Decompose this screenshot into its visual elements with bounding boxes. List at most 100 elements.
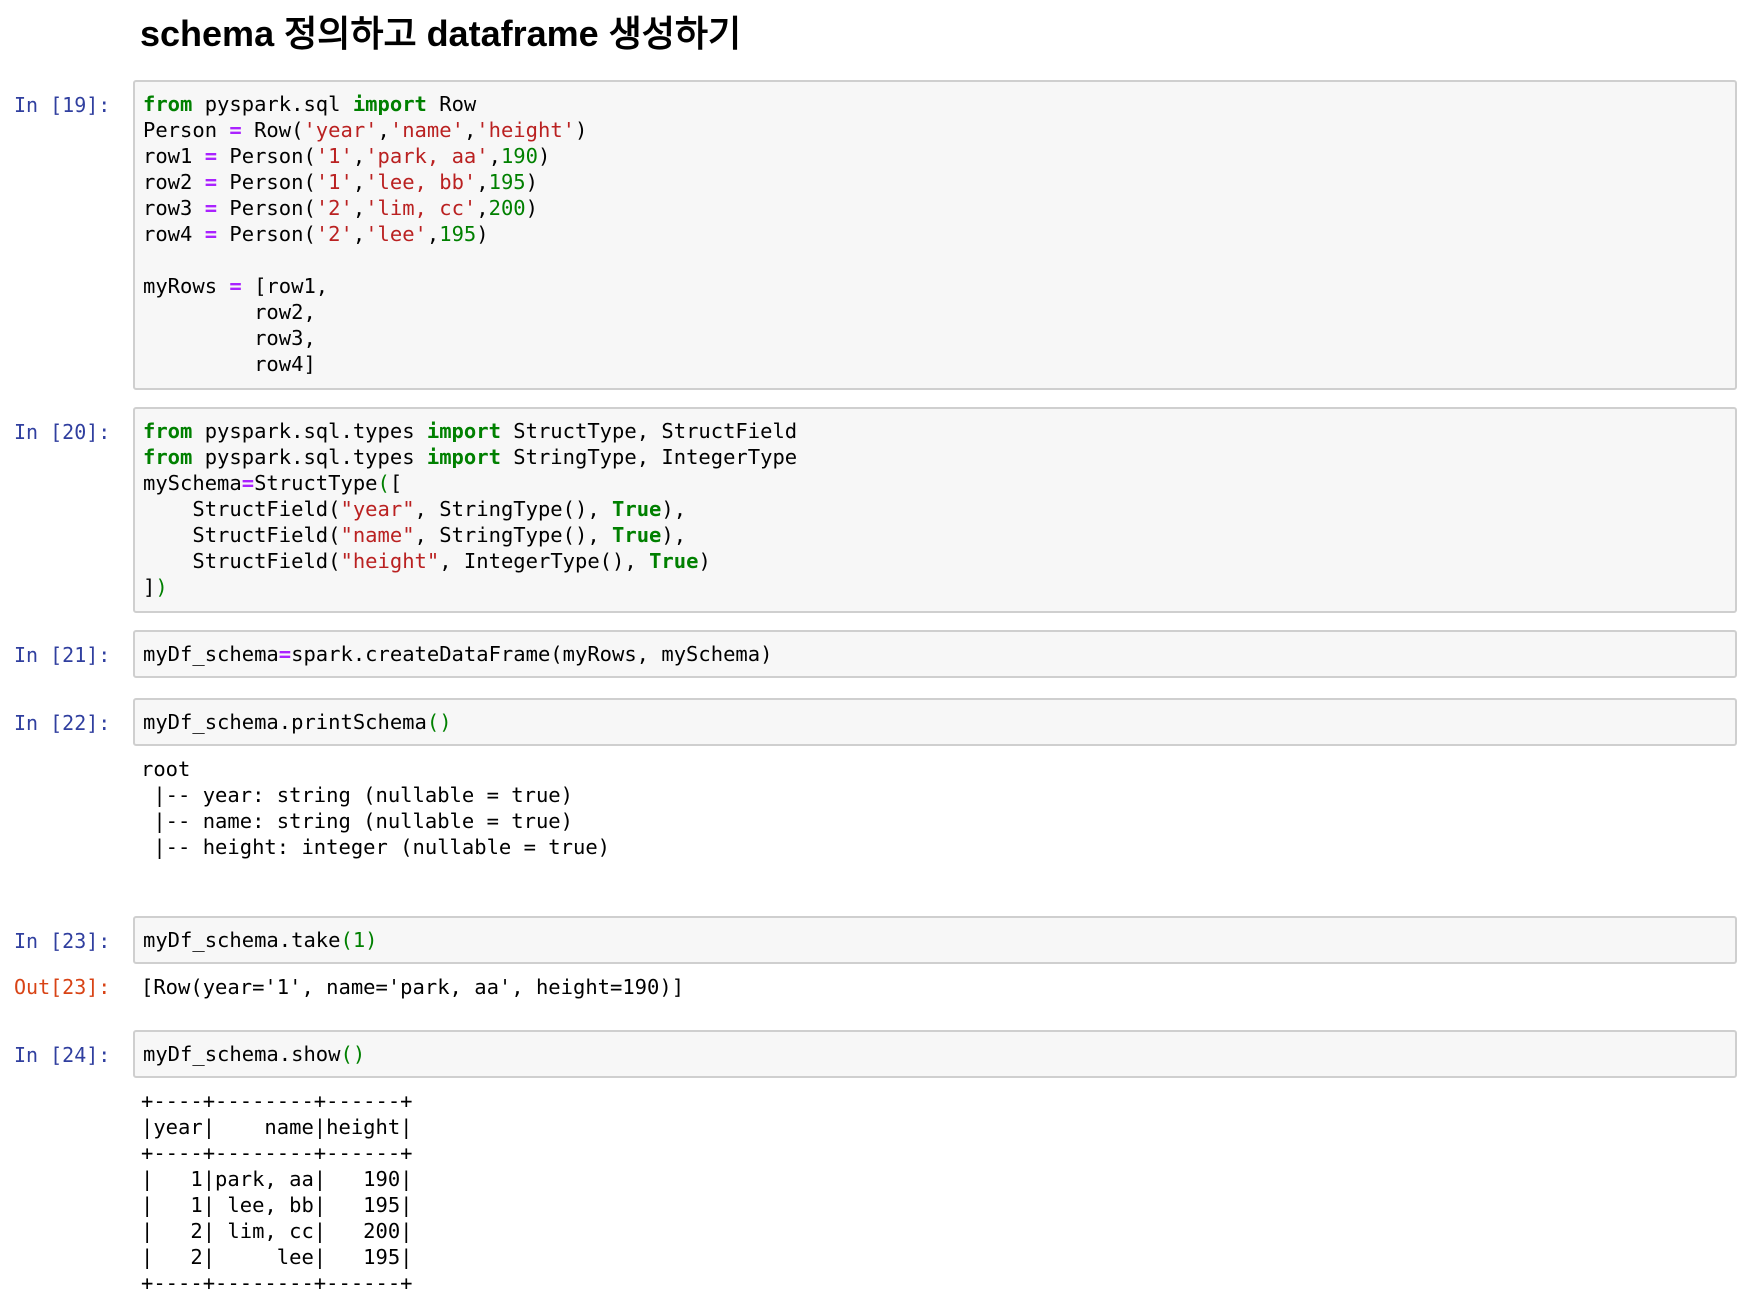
show-table-output: +----+--------+------+ |year| name|heigh… — [141, 1089, 413, 1295]
code-text: ) — [537, 144, 551, 168]
code-text: , — [463, 118, 477, 142]
code-line: myDf_schema.show() — [143, 1041, 1727, 1067]
code-text: ] — [143, 575, 156, 599]
code-text: Row( — [241, 118, 304, 142]
code-operator: = — [204, 170, 218, 194]
code-text: pyspark.sql.types — [192, 445, 427, 469]
code-number: 1 — [352, 928, 366, 952]
code-text: ) — [525, 170, 538, 194]
code-line: StructField("year", StringType(), True), — [143, 496, 1727, 522]
input-prompt: In [23]: — [14, 929, 111, 953]
code-line: ]) — [143, 574, 1727, 600]
code-string: "year" — [340, 497, 415, 521]
code-text: Person( — [217, 144, 316, 168]
code-text: StringType, IntegerType — [500, 445, 798, 469]
code-text: Person( — [217, 196, 316, 220]
code-text: [ — [389, 471, 403, 495]
code-text: row1 — [143, 144, 205, 168]
code-number: 190 — [500, 144, 538, 168]
code-line: row3 = Person('2','lim, cc',200) — [143, 195, 1727, 221]
notebook-heading: schema 정의하고 dataframe 생성하기 — [140, 13, 742, 54]
code-line: from pyspark.sql.types import StructType… — [143, 418, 1727, 444]
code-line: from pyspark.sql.types import StringType… — [143, 444, 1727, 470]
code-editor[interactable]: myDf_schema=spark.createDataFrame(myRows… — [135, 632, 1735, 675]
code-text: ), — [661, 523, 687, 547]
code-string: 'year' — [303, 118, 378, 142]
code-text: row3 — [143, 196, 205, 220]
code-operator: = — [204, 196, 218, 220]
code-keyword: import — [426, 419, 501, 443]
code-text: myDf_schema — [143, 642, 279, 666]
code-text: [row1, — [241, 274, 329, 298]
code-string: 'name' — [389, 118, 464, 142]
code-string: '1' — [315, 144, 353, 168]
code-number: 195 — [488, 170, 526, 194]
code-text: Person( — [217, 170, 316, 194]
code-input-area[interactable]: from pyspark.sql import Row Person = Row(… — [133, 80, 1737, 390]
code-text: myDf_schema.show — [143, 1042, 341, 1066]
code-text: myRows — [143, 274, 230, 298]
code-line: row3, — [143, 325, 1727, 351]
code-text: , — [488, 144, 501, 168]
code-operator: = — [204, 222, 218, 246]
code-text: row4] — [143, 352, 316, 376]
code-string: 'park, aa' — [365, 144, 489, 168]
code-text: myDf_schema.take — [143, 928, 341, 952]
code-number: 195 — [439, 222, 477, 246]
code-text: Row — [426, 92, 477, 116]
code-text: ) — [476, 222, 489, 246]
code-text: , — [476, 170, 489, 194]
code-text: row3, — [143, 326, 316, 350]
code-line: mySchema=StructType([ — [143, 470, 1727, 496]
code-text: mySchema — [143, 471, 242, 495]
code-text: spark.createDataFrame(myRows, mySchema) — [291, 642, 773, 666]
code-paren: ( — [340, 928, 353, 952]
code-string: '2' — [315, 196, 353, 220]
code-text: pyspark.sql.types — [192, 419, 427, 443]
input-prompt: In [19]: — [14, 93, 111, 117]
code-text: , StringType(), — [414, 497, 613, 521]
code-text: ) — [698, 549, 711, 573]
code-keyword: from — [143, 419, 193, 443]
code-text: StructField( — [143, 497, 341, 521]
code-text: ) — [575, 118, 588, 142]
code-string: "name" — [340, 523, 415, 547]
code-editor[interactable]: myDf_schema.printSchema() — [135, 700, 1735, 743]
code-editor[interactable]: myDf_schema.take(1) — [135, 918, 1735, 961]
code-text: row2 — [143, 170, 205, 194]
code-input-area[interactable]: myDf_schema.show() — [133, 1030, 1737, 1078]
code-line: ​ — [143, 247, 1727, 273]
code-keyword: import — [426, 445, 501, 469]
take-output: [Row(year='1', name='park, aa', height=1… — [141, 975, 685, 999]
code-paren: () — [340, 1042, 366, 1066]
code-text: ) — [525, 196, 538, 220]
code-input-area[interactable]: myDf_schema=spark.createDataFrame(myRows… — [133, 630, 1737, 678]
code-line: StructField("name", StringType(), True), — [143, 522, 1727, 548]
code-text: ), — [661, 497, 687, 521]
code-operator: = — [229, 118, 242, 142]
code-keyword: from — [143, 92, 193, 116]
code-text: , — [352, 222, 366, 246]
code-text: , — [352, 196, 366, 220]
code-keyword: from — [143, 445, 193, 469]
code-line: Person = Row('year','name','height') — [143, 117, 1727, 143]
code-input-area[interactable]: myDf_schema.printSchema() — [133, 698, 1737, 746]
output-prompt: Out[23]: — [14, 975, 111, 999]
code-operator: = — [204, 144, 218, 168]
code-string: 'lee' — [365, 222, 427, 246]
code-keyword: True — [649, 549, 699, 573]
code-keyword: True — [612, 523, 662, 547]
code-editor[interactable]: myDf_schema.show() — [135, 1032, 1735, 1075]
code-text: Person( — [217, 222, 316, 246]
code-text: , — [426, 222, 440, 246]
code-editor[interactable]: from pyspark.sql.types import StructType… — [135, 409, 1735, 608]
code-text: StructField( — [143, 549, 341, 573]
code-editor[interactable]: from pyspark.sql import Row Person = Row(… — [135, 82, 1735, 385]
code-input-area[interactable]: myDf_schema.take(1) — [133, 916, 1737, 964]
code-text: row2, — [143, 300, 316, 324]
code-text: StructField( — [143, 523, 341, 547]
code-text: , StringType(), — [414, 523, 613, 547]
code-string: 'lee, bb' — [365, 170, 477, 194]
code-input-area[interactable]: from pyspark.sql.types import StructType… — [133, 407, 1737, 613]
code-paren: () — [426, 710, 452, 734]
